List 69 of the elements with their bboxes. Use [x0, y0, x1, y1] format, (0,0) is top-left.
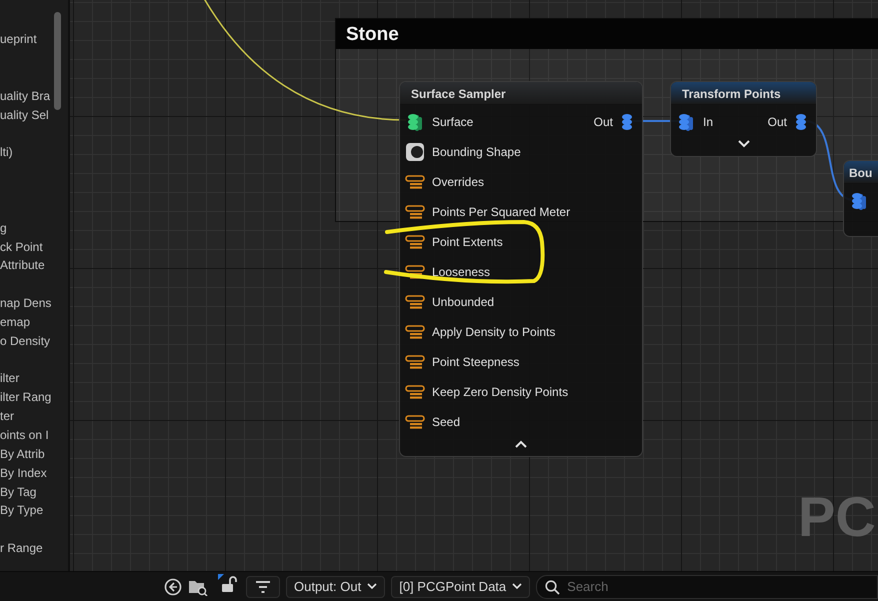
param-pin-icon[interactable]: [405, 235, 425, 249]
pin-label: Out: [594, 115, 613, 129]
pin-label: Keep Zero Density Points: [432, 385, 568, 399]
palette-item[interactable]: uality Bra: [0, 86, 68, 105]
param-pin-icon[interactable]: [405, 355, 425, 369]
search-field[interactable]: Search: [536, 574, 878, 598]
pin-label: Overrides: [432, 175, 484, 189]
param-pin-icon[interactable]: [405, 175, 425, 189]
collapse-chevron-icon[interactable]: [514, 439, 528, 449]
expand-chevron-icon[interactable]: [736, 139, 750, 149]
palette-item[interactable]: ueprint: [0, 30, 68, 48]
palette-item[interactable]: By Attrib: [0, 444, 68, 463]
palette-item[interactable]: uality Sel: [0, 106, 68, 124]
point-pin-icon[interactable]: [676, 112, 696, 132]
palette-item[interactable]: oints on I: [0, 426, 68, 444]
search-icon: [545, 580, 560, 594]
pin-label: In: [703, 115, 714, 129]
pin-label: Point Steepness: [432, 355, 520, 369]
point-pin-icon[interactable]: [620, 112, 634, 132]
unlock-icon[interactable]: [218, 574, 240, 594]
graph-node[interactable]: Transform Points In Out: [670, 81, 817, 157]
graph-type-label: PC: [798, 484, 876, 549]
pin-label: Surface: [432, 115, 474, 129]
param-pin-icon[interactable]: [405, 265, 425, 279]
param-pin-icon[interactable]: [405, 325, 425, 339]
output-dropdown[interactable]: Output: Out: [286, 576, 386, 598]
filter-button[interactable]: [246, 576, 280, 598]
palette-item[interactable]: ck Point: [0, 238, 68, 256]
palette-item[interactable]: Attribute: [0, 256, 68, 274]
comment-title: Stone: [336, 19, 878, 49]
palette-item[interactable]: emap: [0, 312, 68, 331]
point-pin-icon[interactable]: [849, 191, 869, 211]
graph-node[interactable]: Surface Sampler Surface Bounding Shape Overrides Points Per Squared Meter Point Extents Looseness Unbounded Apply Density to Points Point Steepness Keep Zero Density Points Seed Out: [399, 81, 643, 457]
palette-item[interactable]: ter: [0, 407, 68, 426]
param-pin-icon[interactable]: [405, 295, 425, 309]
param-pin-icon[interactable]: [405, 205, 425, 219]
pin-label: Seed: [432, 415, 460, 429]
back-icon[interactable]: [164, 578, 182, 596]
palette-item[interactable]: ilter: [0, 369, 68, 388]
palette-item[interactable]: nap Dens: [0, 294, 68, 312]
pin-label: Apply Density to Points: [432, 325, 556, 339]
caret-icon: [367, 583, 378, 590]
pin-label: Out: [768, 115, 787, 129]
node-title: Transform Points: [682, 87, 781, 101]
point-pin-icon[interactable]: [794, 112, 808, 132]
data-dropdown[interactable]: [0] PCGPoint Data: [391, 576, 530, 598]
param-pin-icon[interactable]: [405, 385, 425, 399]
pin-label: Points Per Squared Meter: [432, 205, 570, 219]
pin-label: Bounding Shape: [432, 145, 521, 159]
palette-item[interactable]: ilter Rang: [0, 388, 68, 406]
shape-pin-icon[interactable]: [405, 142, 425, 162]
scrollbar[interactable]: [54, 12, 61, 110]
pin-label: Looseness: [432, 265, 490, 279]
palette-item[interactable]: g: [0, 218, 68, 237]
palette-item[interactable]: lti): [0, 143, 68, 162]
surface-pin-icon[interactable]: [405, 112, 425, 132]
palette-item[interactable]: o Density: [0, 332, 68, 350]
filter-icon: [255, 580, 271, 594]
palette-item[interactable]: By Type: [0, 501, 68, 520]
caret-icon: [512, 583, 522, 590]
graph-node[interactable]: Bou: [843, 160, 878, 237]
node-title: Surface Sampler: [411, 87, 506, 101]
pin-label: Unbounded: [432, 295, 494, 309]
pin-label: Point Extents: [432, 235, 503, 249]
palette-item[interactable]: By Tag: [0, 482, 68, 501]
node-title: Bou: [849, 166, 872, 180]
param-pin-icon[interactable]: [405, 415, 425, 429]
palette-item[interactable]: r Range: [0, 539, 68, 558]
palette-item[interactable]: By Index: [0, 464, 68, 482]
